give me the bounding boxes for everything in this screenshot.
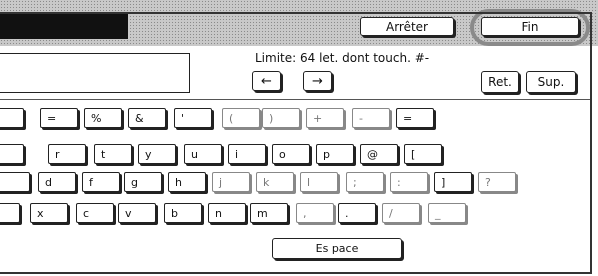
key[interactable]: g: [124, 172, 162, 192]
key[interactable]: t: [94, 144, 132, 164]
key[interactable]: o: [272, 144, 310, 164]
key[interactable]: b: [164, 203, 202, 223]
key[interactable]: k: [256, 172, 294, 192]
keyboard-screen: Arrêter Fin Limite: 64 let. dont touch. …: [0, 0, 598, 276]
key[interactable]: h: [168, 172, 206, 192]
key[interactable]: l: [300, 172, 338, 192]
key[interactable]: .: [338, 203, 376, 223]
space-key[interactable]: Es pace: [272, 238, 402, 259]
key[interactable]: =: [40, 108, 78, 128]
title-bar: [0, 14, 128, 39]
key[interactable]: c: [76, 203, 114, 223]
cursor-right-button[interactable]: →: [303, 71, 332, 91]
key[interactable]: x: [30, 203, 68, 223]
delete-button[interactable]: Sup.: [526, 71, 576, 93]
key[interactable]: (: [222, 108, 260, 128]
key[interactable]: [0, 108, 24, 128]
text-entry-field[interactable]: [0, 53, 190, 93]
key[interactable]: n: [208, 203, 246, 223]
key[interactable]: j: [212, 172, 250, 192]
key[interactable]: %: [84, 108, 122, 128]
cursor-left-button[interactable]: ←: [252, 71, 281, 91]
key[interactable]: -: [352, 108, 390, 128]
key[interactable]: :: [390, 172, 428, 192]
divider: [0, 99, 590, 100]
backspace-button[interactable]: Ret.: [481, 71, 519, 93]
key[interactable]: p: [316, 144, 354, 164]
key[interactable]: m: [250, 203, 288, 223]
key[interactable]: d: [38, 172, 76, 192]
key[interactable]: [: [404, 144, 442, 164]
key[interactable]: [0, 172, 30, 192]
key[interactable]: f: [82, 172, 120, 192]
key[interactable]: &: [128, 108, 166, 128]
input-limit-hint: Limite: 64 let. dont touch. #-: [255, 51, 430, 65]
key[interactable]: ': [174, 108, 212, 128]
key[interactable]: r: [48, 144, 86, 164]
key[interactable]: y: [138, 144, 176, 164]
key[interactable]: ]: [434, 172, 472, 192]
key[interactable]: @: [360, 144, 398, 164]
key[interactable]: ,: [296, 203, 334, 223]
key[interactable]: u: [184, 144, 222, 164]
key[interactable]: i: [228, 144, 266, 164]
key[interactable]: v: [118, 203, 156, 223]
key[interactable]: [0, 203, 20, 223]
key[interactable]: ;: [346, 172, 384, 192]
key[interactable]: _: [428, 203, 466, 223]
key[interactable]: e: [0, 144, 24, 164]
stop-button[interactable]: Arrêter: [360, 17, 454, 36]
key[interactable]: ): [262, 108, 300, 128]
key[interactable]: +: [306, 108, 344, 128]
key[interactable]: =: [396, 108, 434, 128]
key[interactable]: /: [382, 203, 420, 223]
end-button[interactable]: Fin: [481, 17, 579, 36]
key[interactable]: ?: [478, 172, 516, 192]
